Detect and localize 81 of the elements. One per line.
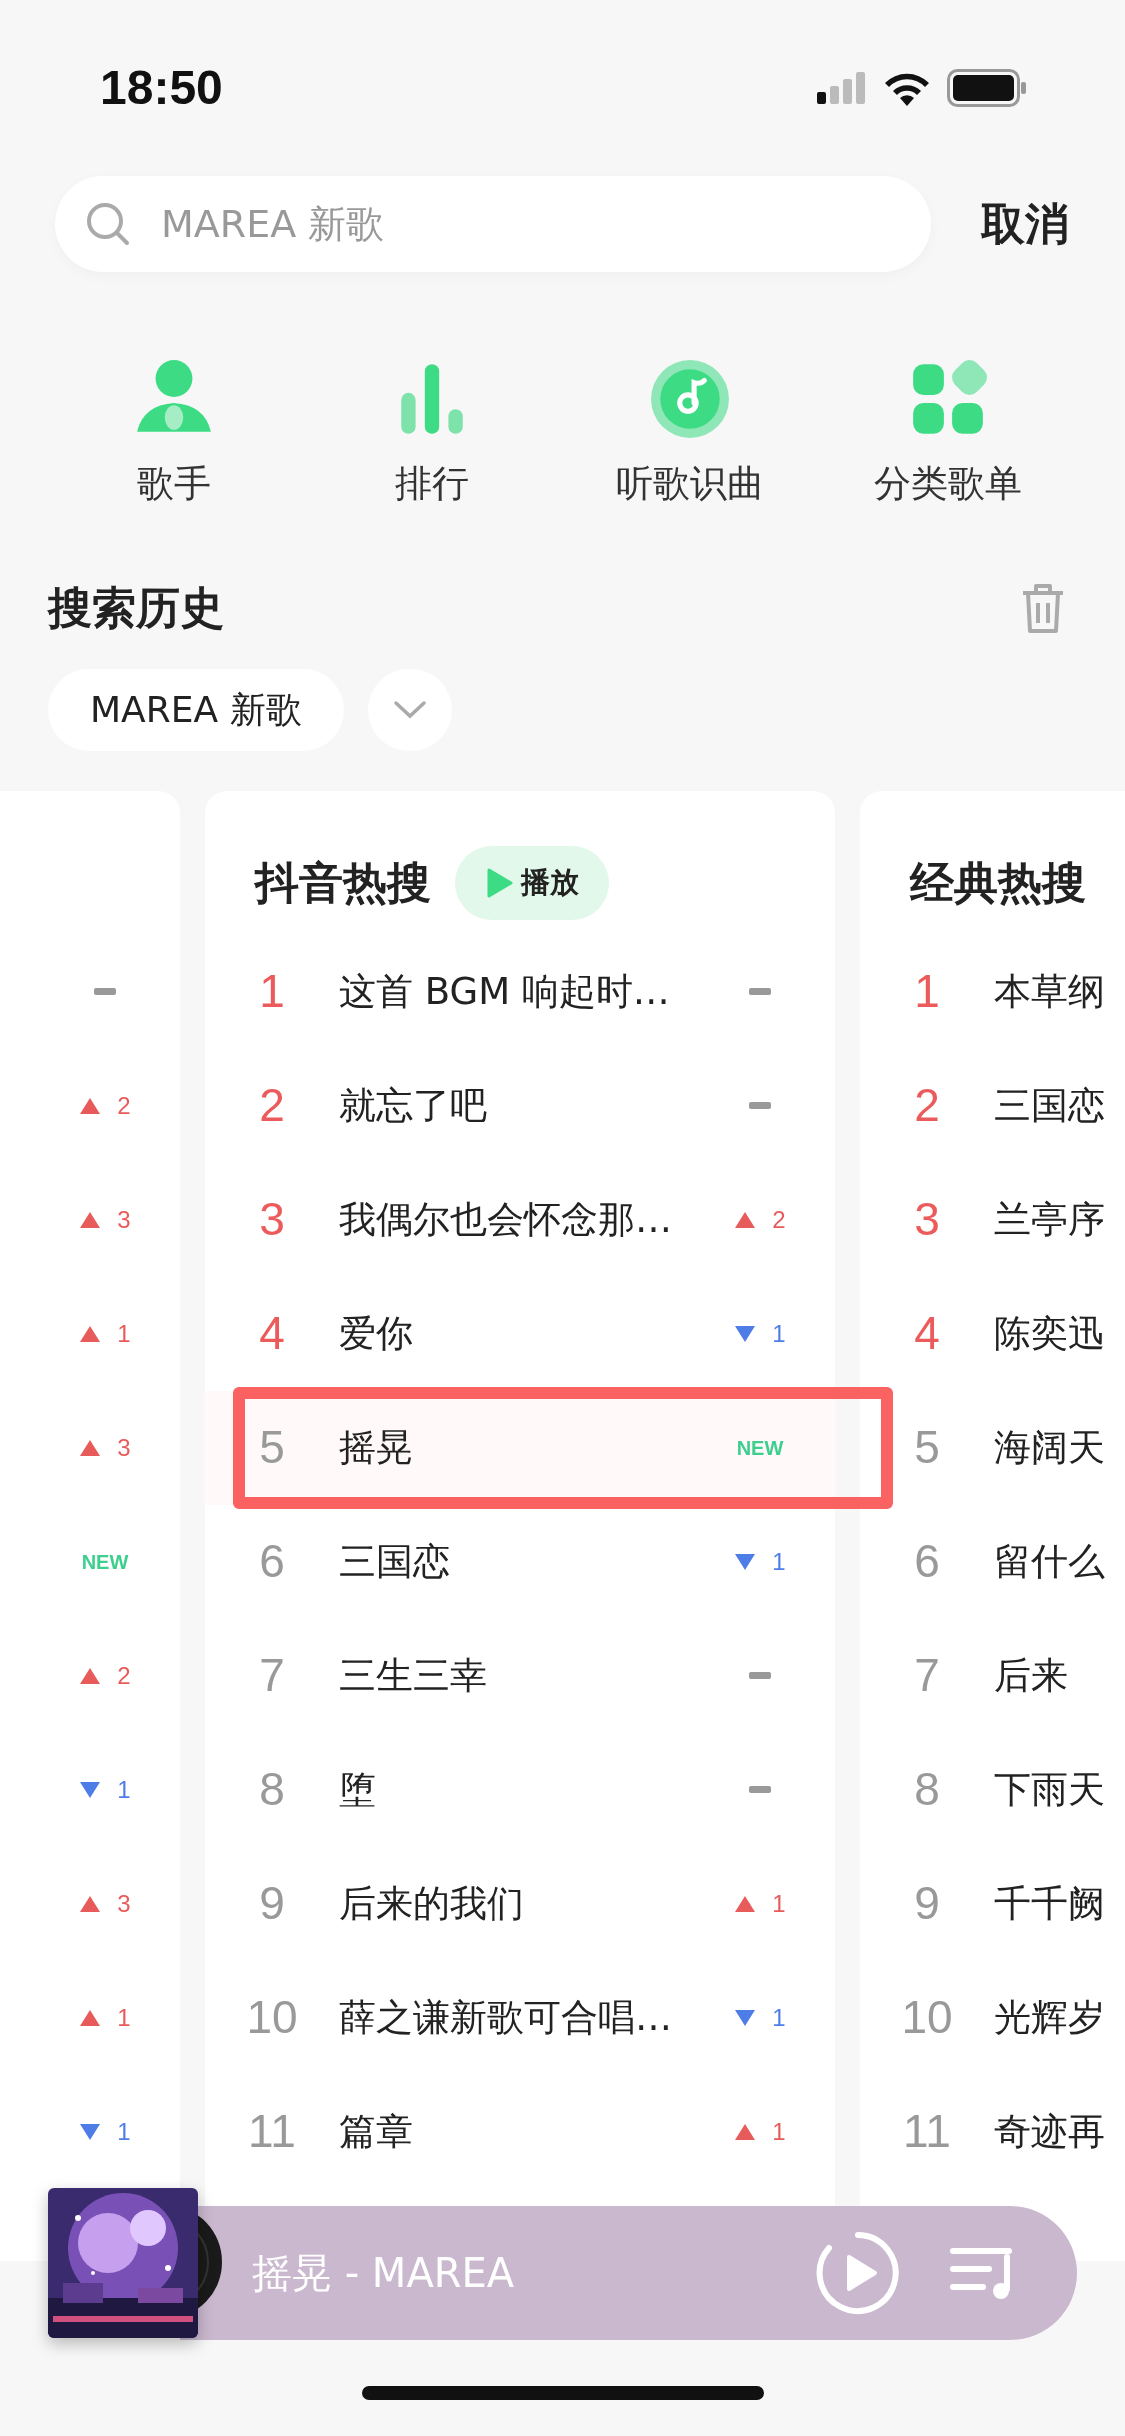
battery-icon [947, 69, 1027, 107]
shortcut-button[interactable]: 分类歌单 [819, 357, 1077, 513]
shortcut-button[interactable]: 歌手 [45, 357, 303, 513]
rank-change: 3 [117, 1204, 131, 1235]
song-title[interactable]: 千千阙 [994, 1875, 1125, 1932]
rank-number: 4 [913, 1306, 941, 1361]
rank-number: 1 [913, 964, 941, 1019]
rank-change: 2 [117, 1660, 131, 1691]
rank-number: 2 [258, 1078, 286, 1133]
new-tag: NEW [81, 1546, 129, 1577]
rank-number: 5 [258, 1420, 286, 1475]
rank-number: 10 [900, 1990, 954, 2045]
song-title[interactable]: 光辉岁 [994, 1989, 1125, 2046]
rank-number: 9 [913, 1876, 941, 1931]
rank-change: 1 [772, 1888, 786, 1919]
play-icon[interactable] [815, 2230, 901, 2316]
rank-number: 6 [913, 1534, 941, 1589]
now-playing-text: 摇晃 - MAREA [252, 2249, 516, 2298]
shortcut-button[interactable]: 听歌识曲 [561, 357, 819, 513]
song-title[interactable]: 薛之谦新歌可合唱… [339, 1989, 685, 2046]
song-title[interactable]: 兰亭序 [994, 1191, 1125, 1248]
rank-change: 2 [117, 1090, 131, 1121]
rank-number: 6 [258, 1534, 286, 1589]
chart-title: 抖音热搜 [255, 855, 431, 910]
rank-change: 1 [772, 1318, 786, 1349]
song-title[interactable]: 奇迹再 [994, 2103, 1125, 2160]
chevron-down-icon [392, 699, 427, 720]
rank-number: 7 [913, 1648, 941, 1703]
chart-title: 经典热搜 [910, 855, 1086, 910]
rank-number: 11 [247, 2104, 297, 2159]
song-title[interactable]: 三国恋 [994, 1077, 1125, 1134]
rank-change: 1 [772, 1546, 786, 1577]
song-title[interactable]: 摇晃 [339, 1419, 685, 1476]
history-chip[interactable]: MAREA 新歌 [48, 668, 344, 751]
rank-number: 3 [258, 1192, 286, 1247]
shortcut-button[interactable]: 排行 [303, 357, 561, 513]
play-button[interactable]: 播放 [455, 845, 609, 920]
song-title[interactable]: 后来的我们 [339, 1875, 685, 1932]
song-title[interactable]: 下雨天 [994, 1761, 1125, 1818]
cancel-button[interactable]: 取消 [981, 191, 1069, 257]
song-title[interactable]: 我偶尔也会怀念那… [339, 1191, 685, 1248]
play-icon [487, 867, 513, 898]
rank-number: 4 [258, 1306, 286, 1361]
rank-number: 8 [258, 1762, 286, 1817]
rank-number: 7 [258, 1648, 286, 1703]
rank-change: 1 [772, 2002, 786, 2033]
rank-change: 1 [117, 1774, 131, 1805]
song-title[interactable]: 海阔天 [994, 1419, 1125, 1476]
song-title[interactable]: 本草纲 [994, 963, 1125, 1020]
song-title[interactable]: 陈奕迅 [994, 1305, 1125, 1362]
rank-number: 10 [245, 1990, 299, 2045]
song-title[interactable]: 三国恋 [339, 1533, 685, 1590]
rank-number: 11 [902, 2104, 952, 2159]
music-disc-icon [649, 358, 731, 440]
rank-change: 1 [117, 2002, 131, 2033]
rank-change: 3 [117, 1432, 131, 1463]
rank-change: 2 [772, 1204, 786, 1235]
clock-time: 18:50 [100, 60, 223, 116]
new-tag: NEW [736, 1432, 784, 1463]
song-title[interactable]: 后来 [994, 1647, 1125, 1704]
rank-number: 3 [913, 1192, 941, 1247]
search-icon [85, 201, 131, 247]
section-title: 搜索历史 [48, 580, 224, 635]
song-title[interactable]: 三生三幸 [339, 1647, 685, 1704]
song-title[interactable]: 就忘了吧 [339, 1077, 685, 1134]
rank-number: 5 [913, 1420, 941, 1475]
rank-number: 2 [913, 1078, 941, 1133]
rank-number: 9 [258, 1876, 286, 1931]
search-field[interactable]: MAREA 新歌 [55, 176, 931, 272]
song-title[interactable]: 留什么 [994, 1533, 1125, 1590]
song-title[interactable]: 这首 BGM 响起时… [339, 963, 685, 1020]
song-title[interactable]: 篇章 [339, 2103, 685, 2160]
rank-number: 8 [913, 1762, 941, 1817]
rank-change: 1 [772, 2116, 786, 2147]
song-title[interactable]: 堕 [339, 1761, 685, 1818]
rank-change: 1 [117, 2116, 131, 2147]
rank-number: 1 [258, 964, 286, 1019]
signal-icon [817, 72, 867, 104]
rank-change: 1 [117, 1318, 131, 1349]
song-title[interactable]: 爱你 [339, 1305, 685, 1362]
rank-change: 3 [117, 1888, 131, 1919]
